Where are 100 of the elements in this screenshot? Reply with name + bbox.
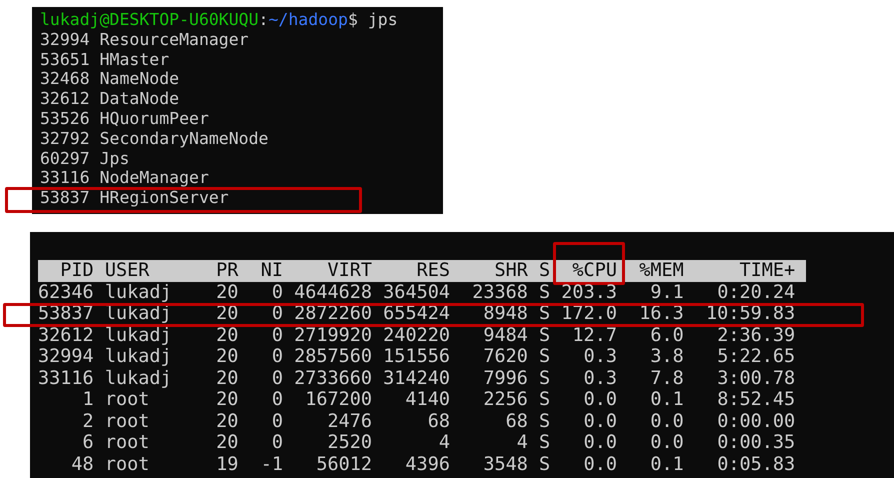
column-header: %CPU [572,260,617,281]
process-line: 32468 NameNode [40,69,180,88]
table-cell-text: lukadj [104,282,173,303]
table-cell-text: root [104,454,150,475]
table-cell-text: 0.3 [582,346,617,368]
table-cell-text: 20 [215,303,238,324]
table-cell-text: 3.8 [649,346,684,368]
table-cell-text: 0 [270,432,283,454]
table-cell-text: 0.0 [649,410,684,432]
table-cell: 240220 [383,324,450,346]
table-cell-text: 2476 [326,410,372,432]
table-cell: S [539,346,550,368]
table-cell-text: lukadj [104,324,173,346]
column-header: S [539,260,550,281]
table-cell-text: 10:59.83 [705,303,796,324]
table-cell-text: 0 [270,324,283,346]
table-cell-text: 167200 [304,389,372,410]
table-cell-text: 8:52.45 [716,389,796,410]
table-cell-text: 6 [82,432,94,454]
table-cell-text: 8948 [482,303,528,324]
table-cell-text: 7.8 [649,368,684,389]
table-cell-text: 23368 [471,282,528,303]
table-cell-text: 1 [82,389,94,410]
table-cell-text: 0.1 [649,389,684,410]
table-cell: 2719920 [294,324,372,346]
table-cell: 314240 [383,368,450,389]
column-header: PID [60,260,94,281]
table-cell-text: root [104,389,150,410]
column-header: VIRT [327,260,372,281]
table-cell: S [539,432,550,454]
table-cell: 655424 [383,303,450,324]
table-cell-text: 4 [438,432,450,454]
table-cell-text: 56012 [315,454,372,475]
column-header: NI [260,260,283,281]
process-line: 60297 Jps [40,148,130,168]
table-cell-text: 0 [270,368,283,389]
process-line: 53837 HRegionServer [40,188,229,208]
table-cell: 62346 [38,282,94,303]
table-cell-text: 20 [215,432,238,454]
table-cell-text: 0 [270,303,283,324]
table-cell-text: 0 [270,389,283,410]
table-cell-text: 68 [426,410,450,432]
table-cell-text: 20 [215,324,238,346]
column-header: %MEM [639,260,684,281]
table-cell: 364504 [383,282,450,303]
table-cell: 2733660 [294,368,372,389]
table-cell-text: 9.1 [649,282,684,303]
table-cell-text: 4 [516,432,528,454]
table-cell-text: 20 [215,389,238,410]
table-cell-text: 0 [270,410,283,432]
table-cell-text: -1 [260,454,283,475]
table-cell-text: 0.1 [649,454,684,475]
table-cell-text: root [104,432,150,454]
table-cell-text: 2:36.39 [716,324,796,346]
table-cell: S [539,303,550,324]
table-cell: 151556 [383,346,450,368]
process-line: 53651 HMaster [40,50,170,69]
table-cell-text: lukadj [104,368,173,389]
table-cell-text: 7620 [482,346,528,368]
table-cell-text: 20 [215,346,238,368]
table-cell-text: lukadj [104,303,173,324]
table-cell: S [539,389,550,410]
column-header: PR [216,260,238,281]
column-header: TIME+ [739,260,796,281]
table-cell-text: 48 [70,454,94,475]
table-cell-text: 0:05.83 [716,454,796,475]
table-cell: S [539,324,550,346]
table-cell: 4644628 [294,282,372,303]
table-cell-text: 0.0 [582,389,617,410]
table-cell-text: 3:00.78 [716,368,796,389]
column-header: SHR [494,260,528,281]
table-cell-text: 20 [215,410,238,432]
column-header: USER [104,260,150,281]
table-cell-text: 20 [215,368,238,389]
table-cell: S [539,368,550,389]
table-cell-text: 0.0 [582,432,617,454]
table-cell-text: 0:00.35 [716,432,796,454]
table-cell-text: 6.0 [649,324,684,346]
table-cell-text: 16.3 [638,303,684,324]
table-cell-text: 20 [215,282,238,303]
table-cell: S [539,454,550,475]
process-line: 33116 NodeManager [40,168,209,188]
table-cell-text: 0:00.00 [716,410,796,432]
table-cell-text: 0 [270,282,283,303]
table-cell: 32612 [38,324,94,346]
table-cell: 203.3 [561,282,617,303]
table-cell: 2857560 [294,346,372,368]
table-cell-text: 4396 [404,454,450,475]
table-cell-text: 7996 [482,368,528,389]
table-cell-text: 2520 [326,432,372,454]
table-cell-text: 12.7 [571,324,617,346]
table-cell-text: 9484 [482,324,528,346]
table-cell-text: 0 [270,346,283,368]
table-cell-text: 68 [504,410,528,432]
table-cell-text: 0:20.24 [716,282,796,303]
table-cell-text: 2256 [482,389,528,410]
table-cell-text: 4140 [404,389,450,410]
table-cell-text: 0.3 [582,368,617,389]
table-cell-text: 2 [82,410,94,432]
table-cell-text: 0.0 [582,410,617,432]
